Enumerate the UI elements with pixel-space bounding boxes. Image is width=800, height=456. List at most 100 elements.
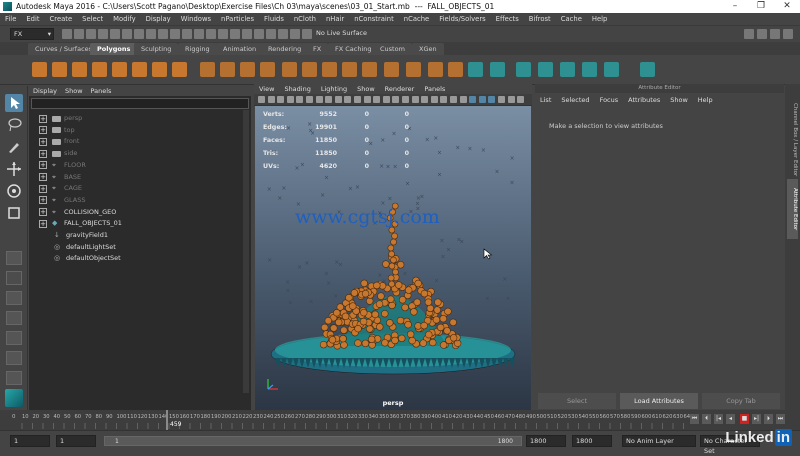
- step-back-icon[interactable]: ⏴: [702, 414, 711, 424]
- render-frame-icon[interactable]: [266, 29, 276, 39]
- separate-icon[interactable]: [220, 62, 235, 77]
- viewport-tool-icon[interactable]: [334, 96, 342, 103]
- quad-draw-icon[interactable]: [448, 62, 463, 77]
- viewport-tool-icon[interactable]: [507, 96, 515, 103]
- outliner-menu-panels[interactable]: Panels: [87, 86, 116, 96]
- shelf-tab-animation[interactable]: Animation: [216, 43, 264, 55]
- multi-cut-icon[interactable]: [342, 62, 357, 77]
- toggle-channel-box-icon[interactable]: [783, 29, 793, 39]
- maximize-icon[interactable]: ❐: [748, 0, 774, 13]
- select-hierarchy-icon[interactable]: [110, 29, 120, 39]
- viewport-tool-icon[interactable]: [450, 96, 457, 103]
- poly-cube-icon[interactable]: [52, 62, 67, 77]
- shelf-tab-fx[interactable]: FX: [306, 43, 329, 55]
- expand-icon[interactable]: +: [39, 173, 47, 181]
- viewport-tool-icon[interactable]: [498, 96, 505, 103]
- viewport-tool-icon[interactable]: [469, 96, 477, 103]
- snap-point-icon[interactable]: [206, 29, 216, 39]
- menu-nhair[interactable]: nHair: [321, 13, 349, 25]
- menu-nparticles[interactable]: nParticles: [216, 13, 259, 25]
- shelf-tab-curves-surfaces[interactable]: Curves / Surfaces: [28, 43, 100, 55]
- select-button[interactable]: Select: [538, 393, 616, 409]
- boolean-icon[interactable]: [260, 62, 275, 77]
- viewport-canvas[interactable]: × × × × × × × × × × × × × × × × × × × × × × × × × × × × × × × × × × × × × × × ×…: [255, 106, 531, 410]
- menu-set-dropdown[interactable]: FX ▾: [10, 28, 54, 40]
- menu-create[interactable]: Create: [45, 13, 78, 25]
- lasso-tool-icon[interactable]: [5, 116, 23, 134]
- mirror-icon[interactable]: [640, 62, 655, 77]
- attr-menu-attributes[interactable]: Attributes: [623, 93, 665, 107]
- snap-curve-icon[interactable]: [194, 29, 204, 39]
- attribute-editor-tab[interactable]: Attribute Editor: [787, 179, 798, 239]
- stacked-layout-icon[interactable]: [6, 311, 22, 325]
- outliner-search-input[interactable]: [31, 98, 249, 109]
- viewport-tool-icon[interactable]: [488, 96, 496, 103]
- poly-disc-icon[interactable]: [152, 62, 167, 77]
- menu-display[interactable]: Display: [141, 13, 176, 25]
- outliner-item[interactable]: + ◆ FALL_OBJECTS_01: [39, 218, 122, 229]
- current-time-indicator[interactable]: [166, 410, 168, 430]
- menu-modify[interactable]: Modify: [108, 13, 141, 25]
- viewport-tool-icon[interactable]: [517, 96, 525, 103]
- sew-uv-icon[interactable]: [538, 62, 553, 77]
- automatic-uv-icon[interactable]: [490, 62, 505, 77]
- viewport-menu-renderer[interactable]: Renderer: [380, 84, 420, 94]
- mash-icon[interactable]: [5, 389, 23, 407]
- attr-menu-list[interactable]: List: [535, 93, 556, 107]
- snap-surface-icon[interactable]: [230, 29, 240, 39]
- shelf-tab-custom[interactable]: Custom: [373, 43, 412, 55]
- toggle-modeling-toolkit-icon[interactable]: [744, 29, 754, 39]
- viewport-tool-icon[interactable]: [411, 96, 419, 103]
- uv-editor-icon[interactable]: [582, 62, 597, 77]
- select-vertex-icon[interactable]: [146, 29, 156, 39]
- texture-editor-icon[interactable]: [604, 62, 619, 77]
- viewport-tool-icon[interactable]: [258, 96, 265, 103]
- play-back-icon[interactable]: ◂: [726, 414, 735, 424]
- channel-box-tab[interactable]: Channel Box / Layer Editor: [787, 90, 798, 190]
- menu-windows[interactable]: Windows: [176, 13, 216, 25]
- shelf-tab-polygons[interactable]: Polygons: [90, 43, 138, 55]
- menu-cache[interactable]: Cache: [556, 13, 587, 25]
- outliner-item[interactable]: ◎ defaultObjectSet: [39, 253, 121, 264]
- viewport-tool-icon[interactable]: [373, 96, 381, 103]
- go-to-start-icon[interactable]: ⏮: [690, 414, 699, 424]
- cut-uv-icon[interactable]: [516, 62, 531, 77]
- outliner-item[interactable]: + front: [39, 136, 79, 147]
- viewport-tool-icon[interactable]: [421, 96, 429, 103]
- folder-icon[interactable]: [62, 29, 72, 39]
- outliner-menu-show[interactable]: Show: [61, 86, 87, 96]
- outliner-item[interactable]: + persp: [39, 113, 82, 124]
- minimize-icon[interactable]: –: [722, 0, 748, 13]
- viewport-tool-icon[interactable]: [354, 96, 361, 103]
- viewport-tool-icon[interactable]: [459, 96, 467, 103]
- outliner-item[interactable]: + side: [39, 148, 77, 159]
- expand-icon[interactable]: +: [39, 184, 47, 193]
- combine-icon[interactable]: [200, 62, 215, 77]
- render-view-icon[interactable]: [278, 29, 288, 39]
- outliner-item[interactable]: + ⌖ COLLISION_GEO: [39, 207, 116, 218]
- menu-nconstraint[interactable]: nConstraint: [349, 13, 399, 25]
- redo-icon[interactable]: [98, 29, 108, 39]
- snap-live-icon[interactable]: [242, 29, 252, 39]
- expand-icon[interactable]: +: [39, 126, 47, 135]
- shelf-tab-rendering[interactable]: Rendering: [261, 43, 309, 55]
- viewport-menu-lighting[interactable]: Lighting: [316, 84, 352, 94]
- smooth-icon[interactable]: [240, 62, 255, 77]
- viewport-tool-icon[interactable]: [325, 96, 333, 103]
- unfold-uv-icon[interactable]: [560, 62, 575, 77]
- go-to-end-icon[interactable]: ⏭: [776, 414, 785, 424]
- viewport-menu-view[interactable]: View: [254, 84, 279, 94]
- menu-effects[interactable]: Effects: [491, 13, 524, 25]
- menu-edit[interactable]: Edit: [21, 13, 44, 25]
- playback-start-field[interactable]: 1: [56, 435, 96, 447]
- expand-icon[interactable]: +: [39, 208, 47, 217]
- insert-loop-icon[interactable]: [384, 62, 399, 77]
- ipr-icon[interactable]: [290, 29, 300, 39]
- poly-plane-icon[interactable]: [132, 62, 147, 77]
- viewport-menu-show[interactable]: Show: [352, 84, 380, 94]
- shelf-tab-rigging[interactable]: Rigging: [178, 43, 217, 55]
- time-slider[interactable]: 0 10 20 30 40 50 60 70 80 90 100 110 120 130 140 150 160…: [0, 410, 800, 430]
- save-icon[interactable]: [74, 29, 84, 39]
- menu-select[interactable]: Select: [77, 13, 108, 25]
- undo-icon[interactable]: [86, 29, 96, 39]
